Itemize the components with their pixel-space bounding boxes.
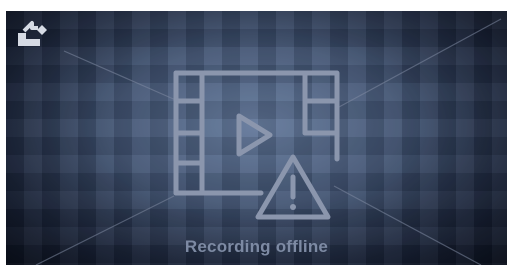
cross-line-top-left [63,50,179,102]
video-player[interactable]: Recording offline [6,11,507,265]
share-icon[interactable] [14,19,50,49]
recording-status-text: Recording offline [184,237,329,256]
screenshot-frame: Recording offline [0,0,513,265]
placeholder-cross-lines [35,18,502,265]
warning-triangle-icon [255,154,331,220]
video-film-icon [173,70,340,196]
share-icon-graphic [18,21,47,46]
cross-line-top-right [338,18,502,108]
placeholder-overlay [35,18,502,265]
play-icon [236,113,273,157]
